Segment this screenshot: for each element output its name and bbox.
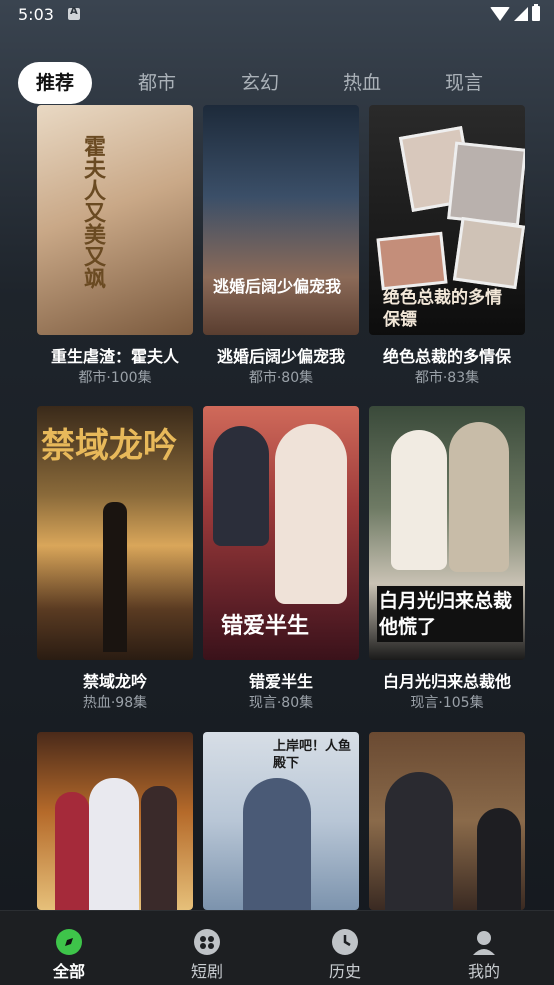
nav-item-history[interactable]: 历史 xyxy=(295,911,395,985)
nav-label: 短剧 xyxy=(190,962,223,981)
poster-image: 错爱半生 xyxy=(203,406,359,660)
poster-image: 绝色总裁的多情保镖 xyxy=(369,105,525,335)
poster-title: 霍夫人又美又飒 xyxy=(80,135,105,289)
drama-card[interactable]: 绝色总裁的多情保镖 绝色总裁的多情保 都市·83集 xyxy=(369,105,525,386)
tab-action[interactable]: 热血 xyxy=(327,62,397,104)
nav-label: 全部 xyxy=(52,962,85,981)
poster-image: 上岸吧！人鱼殿下 xyxy=(203,732,359,910)
person-icon xyxy=(471,929,497,955)
card-title: 错爱半生 xyxy=(248,672,313,691)
notification-a-icon xyxy=(68,6,80,20)
card-title: 白月光归来总裁他 xyxy=(382,672,511,691)
poster-title: 禁域龙吟 xyxy=(41,426,177,466)
card-meta: 都市·100集 xyxy=(78,370,152,386)
nav-item-profile[interactable]: 我的 xyxy=(434,911,534,985)
category-tabs: 推荐 都市 玄幻 热血 现言 xyxy=(18,62,538,104)
poster-title: 上岸吧！人鱼殿下 xyxy=(273,739,352,771)
drama-card[interactable] xyxy=(37,732,193,910)
bottom-nav: 全部 短剧 历史 我的 xyxy=(0,910,554,985)
poster-image: 禁域龙吟 xyxy=(37,406,193,660)
drama-card[interactable]: 上岸吧！人鱼殿下 xyxy=(203,732,359,910)
status-icons xyxy=(490,4,540,21)
nav-label: 我的 xyxy=(467,962,500,981)
wifi-icon xyxy=(490,6,510,21)
poster-image: 霍夫人又美又飒 xyxy=(37,105,193,335)
compass-icon xyxy=(56,929,82,955)
status-time: 5:03 xyxy=(18,5,54,24)
card-title: 重生虐渣：霍夫人 xyxy=(50,347,179,366)
nav-item-all[interactable]: 全部 xyxy=(19,911,119,985)
card-title: 逃婚后阔少偏宠我 xyxy=(216,347,345,366)
poster-image: 白月光归来总裁他慌了 xyxy=(369,406,525,660)
card-meta: 热血·98集 xyxy=(82,695,148,711)
poster-title: 逃婚后阔少偏宠我 xyxy=(213,277,342,296)
drama-card[interactable]: 逃婚后阔少偏宠我 逃婚后阔少偏宠我 都市·80集 xyxy=(203,105,359,386)
card-title: 禁域龙吟 xyxy=(82,672,147,691)
poster-title: 错爱半生 xyxy=(221,614,310,639)
drama-card[interactable] xyxy=(369,732,525,910)
poster-title: 白月光归来总裁他慌了 xyxy=(377,586,523,642)
card-meta: 现言·80集 xyxy=(248,695,314,711)
tab-romance[interactable]: 现言 xyxy=(429,62,499,104)
poster-image: 逃婚后阔少偏宠我 xyxy=(203,105,359,335)
nav-label: 历史 xyxy=(328,962,361,981)
battery-icon xyxy=(532,4,540,21)
drama-card[interactable]: 错爱半生 错爱半生 现言·80集 xyxy=(203,406,359,711)
drama-card[interactable]: 霍夫人又美又飒 重生虐渣：霍夫人 都市·100集 xyxy=(37,105,193,386)
signal-icon xyxy=(514,6,528,21)
card-meta: 现言·105集 xyxy=(410,695,484,711)
tab-urban[interactable]: 都市 xyxy=(122,62,192,104)
poster-title: 绝色总裁的多情保镖 xyxy=(383,288,502,330)
film-reel-icon xyxy=(194,929,220,955)
card-meta: 都市·83集 xyxy=(414,370,480,386)
clock-icon xyxy=(332,929,358,955)
card-meta: 都市·80集 xyxy=(248,370,314,386)
card-title: 绝色总裁的多情保 xyxy=(382,347,511,366)
nav-item-shorts[interactable]: 短剧 xyxy=(157,911,257,985)
drama-card[interactable]: 白月光归来总裁他慌了 白月光归来总裁他 现言·105集 xyxy=(369,406,525,711)
status-bar: 5:03 xyxy=(0,0,554,32)
drama-card[interactable]: 禁域龙吟 禁域龙吟 热血·98集 xyxy=(37,406,193,711)
poster-image xyxy=(369,732,525,910)
tab-recommend[interactable]: 推荐 xyxy=(18,62,92,104)
tab-fantasy[interactable]: 玄幻 xyxy=(225,62,295,104)
poster-image xyxy=(37,732,193,910)
